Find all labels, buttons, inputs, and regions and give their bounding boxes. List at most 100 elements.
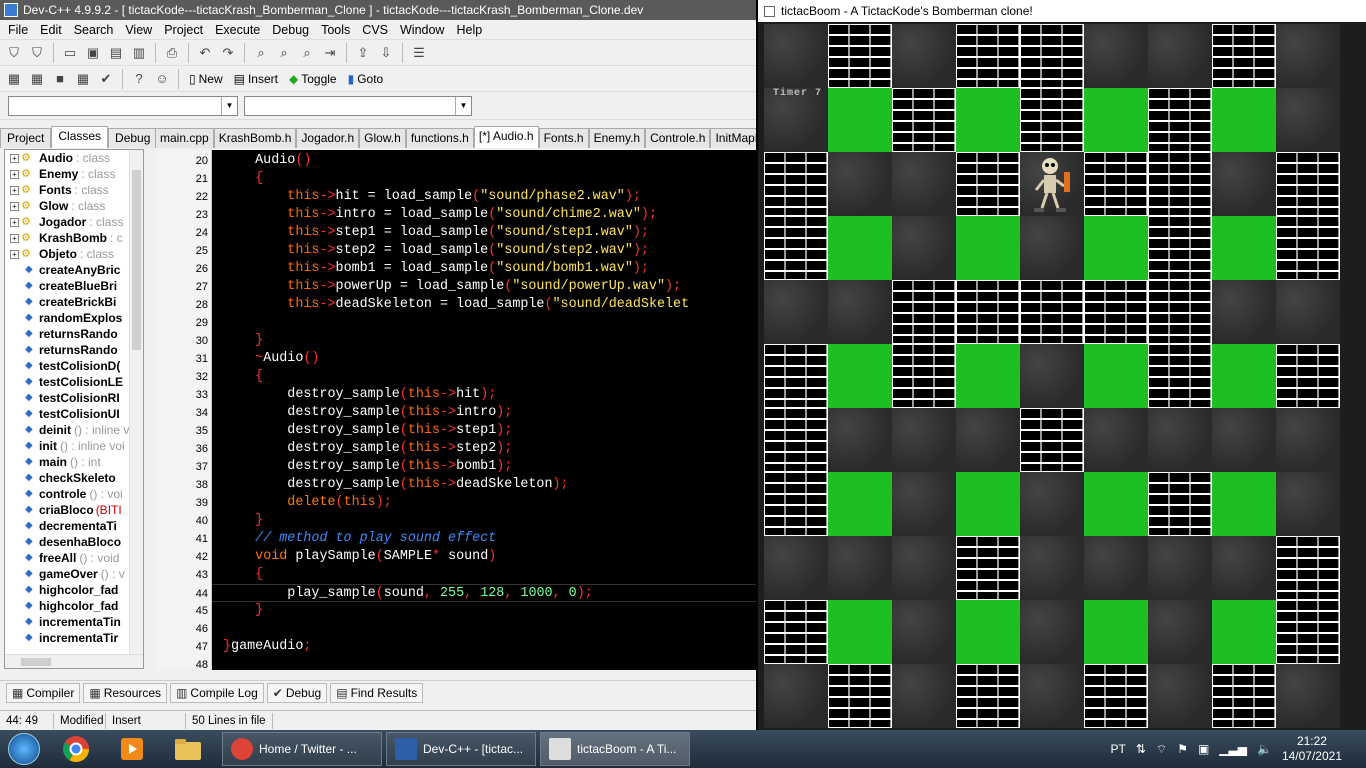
debug-check-icon[interactable]: ✔ — [96, 69, 116, 89]
rebuild-icon[interactable]: ▦ — [73, 69, 93, 89]
run-icon[interactable]: ▦ — [27, 69, 47, 89]
menu-item-file[interactable]: File — [2, 23, 34, 37]
class-browser-hscrollbar[interactable] — [5, 654, 143, 668]
editor-tab[interactable]: main.cpp — [155, 128, 214, 148]
function-node[interactable]: ◆ returnsRando — [5, 342, 143, 358]
editor-tab[interactable]: [*] Audio.h — [473, 126, 539, 148]
bottom-tab-resources[interactable]: ▦ Resources — [83, 682, 168, 703]
expand-icon[interactable]: + — [10, 249, 19, 259]
print-icon[interactable]: ⎙ — [162, 43, 182, 63]
menu-item-window[interactable]: Window — [394, 23, 450, 37]
expand-icon[interactable]: + — [10, 185, 19, 195]
function-node[interactable]: ◆ gameOver() : v — [5, 566, 143, 582]
menu-item-debug[interactable]: Debug — [266, 23, 315, 37]
find-icon[interactable]: ⌕ — [251, 43, 271, 63]
code-editor[interactable]: 20 Audio() 21 {22 this->hit = load_sample… — [155, 150, 756, 670]
tab-classes[interactable]: Classes — [51, 126, 109, 148]
tab-project[interactable]: Project — [0, 128, 52, 148]
function-node[interactable]: ◆ testColisionRI — [5, 390, 143, 406]
expand-icon[interactable]: + — [10, 217, 19, 227]
expand-icon[interactable]: + — [10, 201, 19, 211]
bottom-tab-find-results[interactable]: ▤ Find Results — [330, 682, 424, 703]
compile-run-icon[interactable]: ■ — [50, 69, 70, 89]
function-node[interactable]: ◆ createBrickBi — [5, 294, 143, 310]
goto-line-icon[interactable]: ⇥ — [320, 43, 340, 63]
device-icon[interactable]: ▣ — [1198, 742, 1209, 756]
function-node[interactable]: ◆ controle() : voi — [5, 486, 143, 502]
function-node[interactable]: ◆ init() : inline voi — [5, 438, 143, 454]
function-node[interactable]: ◆ createAnyBric — [5, 262, 143, 278]
function-node[interactable]: ◆ main() : int — [5, 454, 143, 470]
function-node[interactable]: ◆ freeAll() : void — [5, 550, 143, 566]
function-node[interactable]: ◆ randomExplos — [5, 310, 143, 326]
function-node[interactable]: ◆ incrementaTir — [5, 630, 143, 646]
menu-item-search[interactable]: Search — [68, 23, 120, 37]
function-node[interactable]: ◆ decrementaTi — [5, 518, 143, 534]
expand-icon[interactable]: + — [10, 233, 19, 243]
wifi-icon[interactable]: ⌔ — [1156, 742, 1167, 757]
menu-item-view[interactable]: View — [119, 23, 158, 37]
editor-tab[interactable]: Enemy.h — [588, 128, 646, 148]
class-select[interactable]: ▼ — [8, 95, 238, 116]
class-node[interactable]: + ⚙ Enemy: class — [5, 166, 143, 182]
bottom-tab-compiler[interactable]: ▦ Compiler — [6, 682, 81, 703]
function-node[interactable]: ◆ testColisionLE — [5, 374, 143, 390]
editor-tab[interactable]: Jogador.h — [296, 128, 360, 148]
function-node[interactable]: ◆ desenhaBloco — [5, 534, 143, 550]
function-node[interactable]: ◆ incrementaTin — [5, 614, 143, 630]
bottom-tab-debug[interactable]: ✔ Debug — [266, 682, 328, 703]
function-node[interactable]: ◆ testColisionUI — [5, 406, 143, 422]
language-indicator[interactable]: PT — [1111, 742, 1126, 756]
close-file-icon[interactable]: ▥ — [129, 43, 149, 63]
taskbar-app[interactable]: Dev-C++ - [tictac... — [386, 732, 536, 766]
class-node[interactable]: + ⚙ KrashBomb: c — [5, 230, 143, 246]
game-titlebar[interactable]: tictacBoom - A TictacKode's Bomberman cl… — [758, 0, 1366, 22]
help-icon[interactable]: ? — [129, 69, 149, 89]
chrome-pinned[interactable] — [48, 730, 104, 768]
bottom-tab-compile-log[interactable]: ▥ Compile Log — [170, 682, 264, 703]
ide-titlebar[interactable]: Dev-C++ 4.9.9.2 - [ tictacKode---tictacK… — [0, 0, 756, 20]
menu-item-tools[interactable]: Tools — [315, 23, 356, 37]
insert-button[interactable]: ▤ Insert — [230, 72, 282, 86]
function-node[interactable]: ◆ highcolor_fad — [5, 598, 143, 614]
taskbar-app[interactable]: Home / Twitter - ... — [222, 732, 382, 766]
save-icon[interactable]: ▤ — [106, 43, 126, 63]
open-project-icon[interactable]: ⛉ — [4, 43, 24, 63]
class-node[interactable]: + ⚙ Jogador: class — [5, 214, 143, 230]
class-node[interactable]: + ⚙ Objeto: class — [5, 246, 143, 262]
editor-tab[interactable]: functions.h — [405, 128, 474, 148]
function-node[interactable]: ◆ testColisionD( — [5, 358, 143, 374]
project-options-icon[interactable]: ☰ — [409, 43, 429, 63]
menu-item-edit[interactable]: Edit — [34, 23, 68, 37]
class-node[interactable]: + ⚙ Audio: class — [5, 150, 143, 166]
taskbar-app[interactable]: tictacBoom - A Ti... — [540, 732, 690, 766]
compile-icon[interactable]: ▦ — [4, 69, 24, 89]
function-node[interactable]: ◆ deinit() : inline v — [5, 422, 143, 438]
editor-tab[interactable]: InitMapMatrix.h — [710, 128, 756, 148]
new-project-icon[interactable]: ⛉ — [27, 43, 47, 63]
function-node[interactable]: ◆ criaBloco (BITI — [5, 502, 143, 518]
media-player-pinned[interactable] — [104, 730, 160, 768]
editor-tab[interactable]: KrashBomb.h — [213, 128, 297, 148]
function-node[interactable]: ◆ highcolor_fad — [5, 582, 143, 598]
clock[interactable]: 21:22 14/07/2021 — [1282, 734, 1342, 764]
new-button[interactable]: ▯ New — [185, 72, 227, 86]
about-icon[interactable]: ☺ — [152, 69, 172, 89]
menu-item-cvs[interactable]: CVS — [356, 23, 394, 37]
replace-icon[interactable]: ⌕ — [274, 43, 294, 63]
function-node[interactable]: ◆ createBlueBri — [5, 278, 143, 294]
menu-item-project[interactable]: Project — [158, 23, 209, 37]
open-file-icon[interactable]: ▣ — [83, 43, 103, 63]
menu-item-help[interactable]: Help — [450, 23, 488, 37]
toggle-button[interactable]: ◆ Toggle — [285, 72, 341, 86]
function-node[interactable]: ◆ returnsRando — [5, 326, 143, 342]
function-node[interactable]: ◆ checkSkeleto — [5, 470, 143, 486]
editor-tab[interactable]: Glow.h — [359, 128, 406, 148]
editor-tab[interactable]: Controle.h — [645, 128, 711, 148]
undo-icon[interactable]: ↶ — [195, 43, 215, 63]
goto-button[interactable]: ▮ Goto — [344, 72, 388, 86]
editor-tab[interactable]: Fonts.h — [538, 128, 589, 148]
tab-debug[interactable]: Debug — [108, 128, 158, 148]
class-node[interactable]: + ⚙ Glow: class — [5, 198, 143, 214]
expand-icon[interactable]: + — [10, 153, 19, 163]
